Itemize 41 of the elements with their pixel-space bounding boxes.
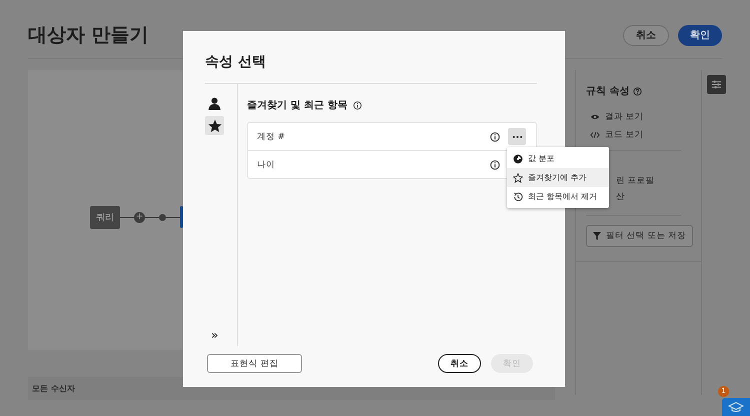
cancel-button[interactable]: 취소 xyxy=(438,354,481,373)
sliders-icon xyxy=(711,79,722,90)
more-button[interactable] xyxy=(508,128,526,145)
code-icon xyxy=(590,131,600,139)
page-title: 대상자 만들기 xyxy=(28,23,149,48)
more-icon xyxy=(512,134,522,138)
panel-link[interactable]: 코드 보기 xyxy=(586,126,701,144)
star-icon xyxy=(208,118,222,132)
dialog-title: 속성 선택 xyxy=(205,53,267,71)
filter-button[interactable]: 필터 선택 또는 저장 xyxy=(586,225,694,247)
menu-item[interactable]: 값 분포 xyxy=(507,149,609,168)
chart-icon xyxy=(513,154,523,164)
attribute-name: 계정 # xyxy=(257,130,286,142)
panel-title: 규칙 속성 xyxy=(586,85,630,98)
panel-link[interactable]: 결과 보기 xyxy=(586,108,701,126)
filter-icon xyxy=(593,232,601,240)
header-button[interactable]: 확인 xyxy=(678,24,722,46)
step-node[interactable] xyxy=(180,206,183,228)
header-button[interactable]: 취소 xyxy=(623,24,669,46)
info-icon[interactable] xyxy=(353,100,362,110)
info-icon[interactable] xyxy=(490,160,500,170)
eye-icon xyxy=(590,113,600,121)
section-title: 즐겨찾기 및 최근 항목 xyxy=(247,99,348,112)
settings-button[interactable] xyxy=(707,75,726,94)
panel-text: 린 프로필 xyxy=(616,175,656,188)
star-outline-icon xyxy=(513,172,523,182)
panel-text: 산 xyxy=(616,191,626,204)
add-node-button[interactable]: + xyxy=(134,212,145,222)
attribute-name: 나이 xyxy=(257,158,276,170)
graduation-cap-icon xyxy=(728,401,744,413)
star-tab[interactable] xyxy=(205,116,224,135)
help-icon[interactable] xyxy=(633,86,642,96)
expand-button[interactable]: » xyxy=(211,328,218,342)
help-button[interactable] xyxy=(722,398,750,416)
history-icon xyxy=(513,192,523,202)
person-icon xyxy=(208,97,221,110)
menu-item[interactable]: 최근 항목에서 제거 xyxy=(507,187,609,206)
edit-expression-button[interactable]: 표현식 편집 xyxy=(207,354,302,373)
menu-item[interactable]: 즐겨찾기에 추가 xyxy=(507,168,609,187)
query-node[interactable]: 쿼리 xyxy=(90,206,120,228)
info-icon[interactable] xyxy=(490,132,500,142)
